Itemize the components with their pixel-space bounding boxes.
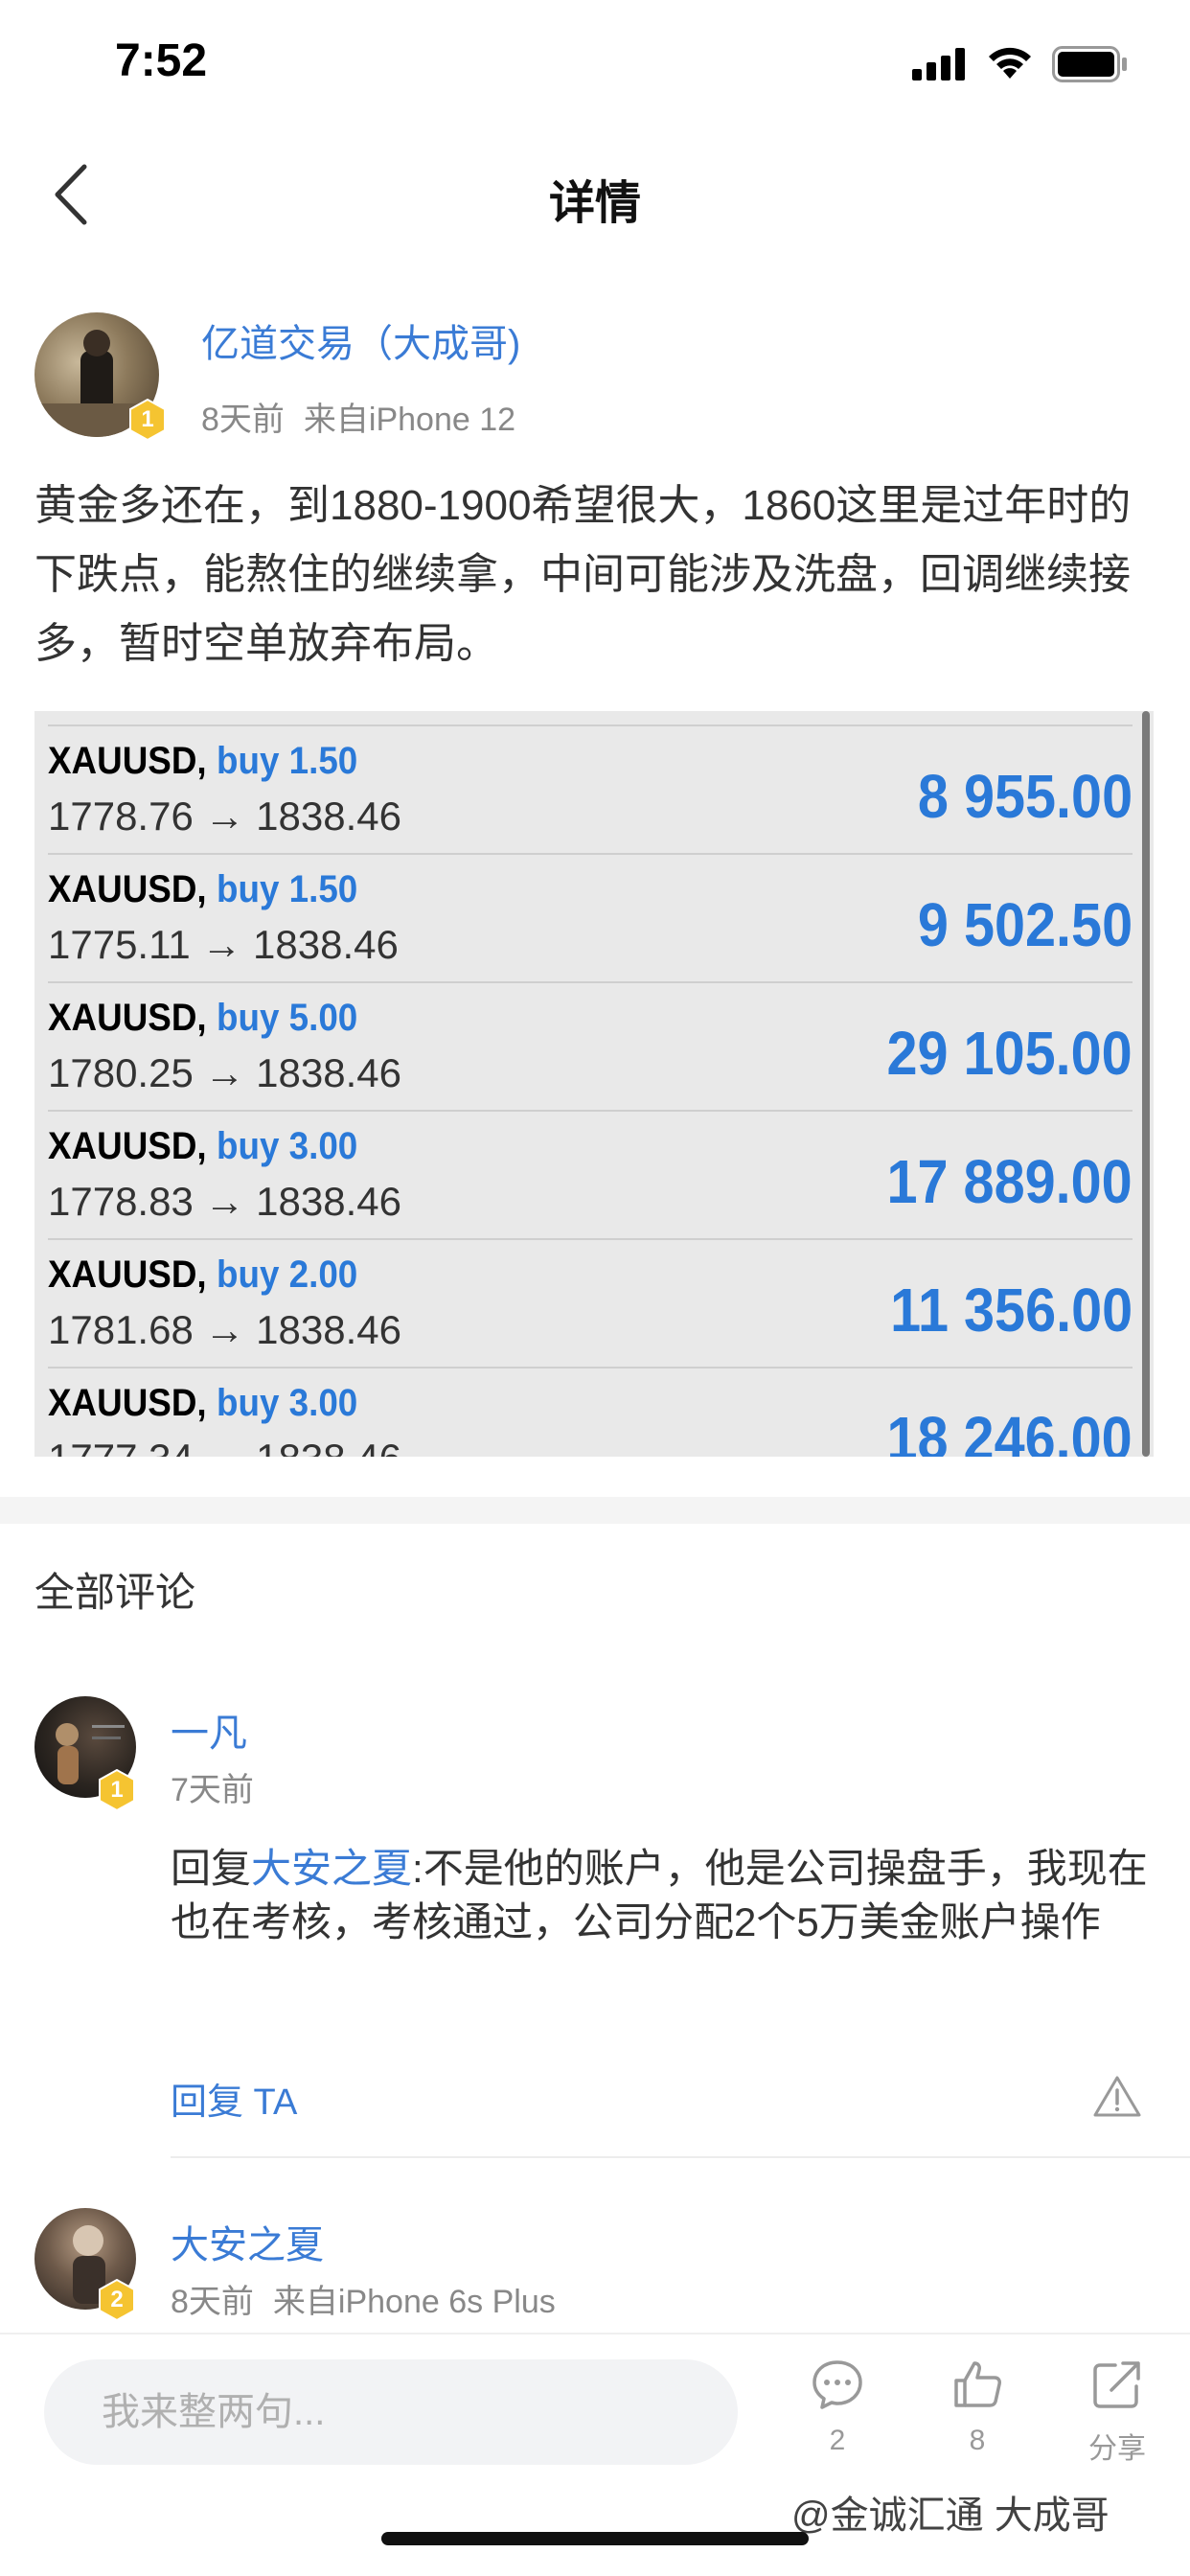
trade-profit: 11 356.00	[889, 1276, 1133, 1345]
comments-heading: 全部评论	[34, 1570, 196, 1615]
level-badge-number: 1	[110, 1777, 124, 1803]
comment-time-text: 7天前	[171, 1772, 254, 1808]
trade-row: XAUUSD, buy 2.00 1781.68 → 1838.46 11 35…	[48, 1238, 1133, 1367]
share-icon	[1093, 2361, 1140, 2408]
post-source: 来自iPhone 12	[303, 402, 516, 438]
comment-source: 来自iPhone 6s Plus	[272, 2284, 556, 2320]
level-badge: 2	[98, 2278, 136, 2322]
trade-type: buy 5.00	[217, 997, 358, 1039]
trade-prices: 1781.68 → 1838.46	[48, 1307, 401, 1352]
trade-prices: 1778.76 → 1838.46	[48, 794, 401, 839]
trade-type: buy 2.00	[217, 1254, 358, 1296]
trade-symbol: XAUUSD,	[48, 868, 207, 910]
like-count: 8	[969, 2425, 986, 2456]
watermark: @金诚汇通 大成哥	[791, 2495, 1110, 2537]
post-body: 黄金多还在，到1880-1900希望很大，1860这里是过年时的下跌点，能熬住的…	[34, 482, 1132, 667]
trade-prices: 1777.34 → 1838.46	[48, 1436, 401, 1457]
trade-type: buy 3.00	[217, 1382, 358, 1424]
level-badge: 1	[128, 398, 167, 442]
share-label: 分享	[1088, 2433, 1146, 2465]
trade-profit: 8 955.00	[917, 762, 1133, 831]
comment-time: 7天前	[171, 1763, 254, 1810]
signal-icon	[912, 48, 965, 80]
trade-profit: 9 502.50	[917, 890, 1133, 959]
comment-body: 回复大安之夏:不是他的账户，他是公司操盘手，我现在也在考核，考核通过，公司分配2…	[171, 1842, 1157, 1949]
level-badge: 1	[98, 1768, 136, 1812]
like-button[interactable]: 8	[920, 2358, 1035, 2482]
trade-type: buy 3.00	[217, 1125, 358, 1167]
comment-bubble-icon	[812, 2360, 862, 2409]
mention-link[interactable]: 大安之夏	[251, 1846, 412, 1891]
level-badge-number: 1	[141, 406, 154, 432]
author-name[interactable]: 亿道交易（大成哥)	[201, 312, 520, 368]
status-bar: 7:52	[0, 0, 1190, 126]
reply-prefix: 回复	[171, 1846, 252, 1891]
trade-row: XAUUSD, buy 5.00 1780.25 → 1838.46 29 10…	[48, 981, 1133, 1110]
trade-screenshot[interactable]: XAUUSD, buy 1.50 1778.76 → 1838.46 8 955…	[34, 711, 1154, 1457]
page-title: 详情	[548, 178, 641, 229]
trade-symbol: XAUUSD,	[48, 997, 207, 1039]
trade-row: XAUUSD, buy 3.00 1777.34 → 1838.46 18 24…	[48, 1367, 1133, 1457]
trade-symbol: XAUUSD,	[48, 1125, 207, 1167]
post-time: 8天前	[201, 402, 285, 438]
trade-row: XAUUSD, buy 3.00 1778.83 → 1838.46 17 88…	[48, 1110, 1133, 1238]
trade-symbol: XAUUSD,	[48, 1382, 207, 1424]
commenter-name[interactable]: 一凡	[171, 1702, 247, 1758]
trade-row: XAUUSD, buy 1.50 1775.11 → 1838.46 9 502…	[48, 853, 1133, 981]
trade-type: buy 1.50	[217, 868, 358, 910]
post-meta: 8天前 来自iPhone 12	[201, 393, 515, 440]
trade-scrollbar	[1142, 711, 1150, 1457]
reply-button[interactable]: 回复 TA	[171, 2072, 297, 2125]
nav-bar: 详情	[0, 126, 1190, 261]
thumbs-up-icon	[954, 2361, 1001, 2407]
trade-profit: 18 246.00	[886, 1404, 1133, 1457]
home-indicator	[381, 2532, 809, 2545]
level-badge-number: 2	[110, 2287, 124, 2312]
comment-time-text: 8天前	[171, 2284, 254, 2320]
share-button[interactable]: 分享	[1060, 2358, 1175, 2482]
comment-input[interactable]	[44, 2359, 738, 2465]
comment-count: 2	[829, 2425, 846, 2456]
trade-profit: 29 105.00	[886, 1019, 1133, 1088]
comment-button[interactable]: 2	[780, 2358, 895, 2482]
trade-prices: 1780.25 → 1838.46	[48, 1050, 401, 1095]
trade-profit: 17 889.00	[886, 1147, 1133, 1216]
commenter-name[interactable]: 大安之夏	[171, 2214, 324, 2269]
comment-meta: 8天前 来自iPhone 6s Plus	[171, 2275, 556, 2322]
status-time: 7:52	[115, 35, 208, 86]
trade-row: XAUUSD, buy 1.50 1778.76 → 1838.46 8 955…	[48, 724, 1133, 853]
battery-icon	[1052, 46, 1127, 82]
comment-divider	[171, 2156, 1190, 2158]
trade-symbol: XAUUSD,	[48, 1254, 207, 1296]
wifi-icon	[989, 47, 1031, 79]
trade-prices: 1778.83 → 1838.46	[48, 1179, 401, 1224]
trade-prices: 1775.11 → 1838.46	[48, 922, 399, 967]
trade-symbol: XAUUSD,	[48, 740, 207, 782]
section-divider	[0, 1497, 1190, 1524]
warning-icon[interactable]	[1092, 2074, 1142, 2118]
trade-type: buy 1.50	[217, 740, 358, 782]
